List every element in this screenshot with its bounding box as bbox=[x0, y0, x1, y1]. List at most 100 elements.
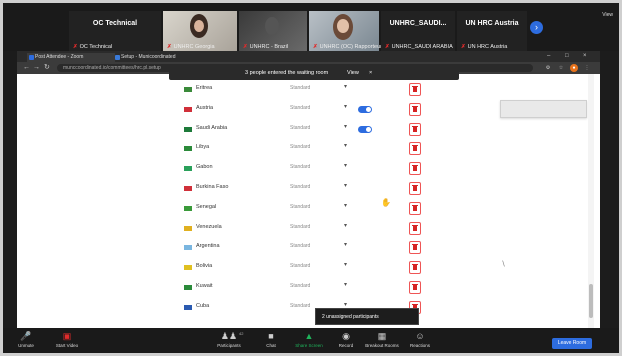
participant-tile-saudi[interactable]: UNHRC_SAUDI... ✗ UNHRC_SAUDI ARABIA bbox=[381, 11, 455, 51]
delete-icon[interactable] bbox=[409, 142, 421, 156]
role-select[interactable]: Standard bbox=[290, 164, 310, 170]
role-select[interactable]: Standard bbox=[290, 184, 310, 190]
role-select[interactable]: Standard bbox=[290, 283, 310, 289]
unmute-button[interactable]: 🎤 Unmute bbox=[11, 331, 41, 348]
role-select[interactable]: Standard bbox=[290, 303, 310, 309]
start-video-button[interactable]: ▣ Start Video bbox=[49, 331, 85, 348]
bookmark-star-icon[interactable]: ☆ bbox=[557, 64, 565, 72]
country-name: Bolivia bbox=[196, 263, 213, 270]
participant-label: ✗ UN HRC Austria bbox=[461, 44, 508, 50]
role-select[interactable]: Standard bbox=[290, 224, 310, 230]
role-dropdown-chevron-icon[interactable]: ▾ bbox=[344, 182, 347, 189]
country-name: Venezuela bbox=[196, 223, 222, 230]
role-dropdown-chevron-icon[interactable]: ▾ bbox=[344, 123, 347, 130]
permission-toggle[interactable] bbox=[358, 105, 372, 113]
delete-icon[interactable] bbox=[409, 122, 421, 136]
chat-button[interactable]: ■ Chat bbox=[259, 331, 283, 348]
country-name: Gabon bbox=[196, 164, 213, 171]
delete-icon[interactable] bbox=[409, 162, 421, 176]
country-row: Argentina Standard ▾ bbox=[17, 238, 600, 258]
view-menu[interactable]: View bbox=[602, 12, 613, 18]
delete-icon[interactable] bbox=[409, 221, 421, 235]
participant-label: ✗ UNHRC - Brazil bbox=[243, 44, 289, 50]
country-flag-icon bbox=[184, 245, 192, 251]
role-dropdown-chevron-icon[interactable]: ▾ bbox=[344, 142, 347, 149]
participant-name: OC Technical bbox=[92, 20, 138, 27]
country-flag-icon bbox=[184, 265, 192, 271]
delete-icon[interactable] bbox=[409, 182, 421, 195]
next-page-arrow-icon[interactable]: › bbox=[530, 21, 543, 34]
delete-icon[interactable] bbox=[409, 102, 421, 116]
minimize-icon[interactable]: – bbox=[547, 51, 550, 62]
scrollbar-thumb[interactable] bbox=[589, 284, 593, 318]
role-dropdown-chevron-icon[interactable]: ▾ bbox=[344, 241, 347, 248]
role-dropdown-chevron-icon[interactable]: ▾ bbox=[344, 261, 347, 268]
delete-icon[interactable] bbox=[409, 83, 421, 96]
waiting-room-notification: 3 people entered the waiting room View × bbox=[169, 66, 459, 80]
browser-menu-icon[interactable]: ⋮ bbox=[583, 64, 591, 72]
role-select[interactable]: Standard bbox=[290, 105, 310, 111]
country-name: Austria bbox=[196, 104, 214, 111]
breakout-rooms-button[interactable]: ▦ Breakout Rooms bbox=[361, 331, 403, 348]
muted-mic-icon: ✗ bbox=[243, 44, 248, 50]
back-icon[interactable]: ← bbox=[23, 62, 30, 74]
role-dropdown-chevron-icon[interactable]: ▾ bbox=[344, 83, 347, 90]
share-screen-icon: ▲ bbox=[304, 331, 314, 341]
zoom-favicon-icon bbox=[29, 55, 34, 60]
browser-tab-setup[interactable]: Setup - Municoordinated bbox=[113, 53, 205, 62]
role-dropdown-chevron-icon[interactable]: ▾ bbox=[344, 202, 347, 209]
record-icon: ◉ bbox=[342, 331, 350, 341]
country-flag-icon bbox=[184, 205, 192, 211]
role-select[interactable]: Standard bbox=[290, 204, 310, 210]
record-button[interactable]: ◉ Record bbox=[333, 331, 359, 348]
unassigned-participants-popup[interactable]: 2 unassigned participants bbox=[315, 308, 419, 325]
extension-icon[interactable]: ⚙ bbox=[544, 64, 552, 72]
country-flag-icon bbox=[184, 186, 192, 191]
browser-tab-zoom[interactable]: Post Attendee - Zoom bbox=[27, 53, 115, 62]
role-dropdown-chevron-icon[interactable]: ▾ bbox=[344, 103, 347, 110]
participant-tile-brazil[interactable]: ✗ UNHRC - Brazil bbox=[239, 11, 307, 51]
country-flag-icon bbox=[184, 166, 192, 172]
country-name: Cuba bbox=[196, 302, 210, 309]
role-dropdown-chevron-icon[interactable]: ▾ bbox=[344, 301, 347, 308]
role-select[interactable]: Standard bbox=[290, 125, 310, 131]
waiting-room-close-button[interactable]: × bbox=[369, 66, 372, 80]
role-dropdown-chevron-icon[interactable]: ▾ bbox=[344, 281, 347, 288]
participant-video bbox=[265, 17, 279, 35]
waiting-room-view-button[interactable]: View bbox=[347, 66, 359, 80]
participant-tile-austria[interactable]: UN HRC Austria ✗ UN HRC Austria bbox=[457, 11, 527, 51]
role-select[interactable]: Standard bbox=[290, 144, 310, 150]
reactions-button[interactable]: ☺ Reactions bbox=[405, 331, 435, 348]
close-window-icon[interactable]: × bbox=[583, 51, 587, 62]
participant-tile-rapporteur[interactable]: ✗ UNHRC (OC) Rapporteur bbox=[309, 11, 382, 51]
video-off-icon: ▣ bbox=[62, 331, 72, 341]
forward-icon[interactable]: → bbox=[33, 62, 40, 74]
delete-icon[interactable] bbox=[409, 281, 421, 294]
reload-icon[interactable]: ↻ bbox=[44, 62, 50, 74]
role-select[interactable]: Standard bbox=[290, 263, 310, 269]
country-name: Senegal bbox=[196, 203, 217, 210]
participants-count: 42 bbox=[239, 331, 244, 336]
country-row: Libya Standard ▾ bbox=[17, 139, 600, 159]
permission-toggle[interactable] bbox=[358, 125, 372, 133]
mouse-cursor-icon: ✋ bbox=[381, 198, 391, 207]
meeting-toolbar: 🎤 Unmute ▣ Start Video ♟♟ Participants 4… bbox=[3, 328, 619, 353]
shared-browser-window: Post Attendee - Zoom Setup - Municoordin… bbox=[17, 51, 600, 328]
participant-tile-oc-technical[interactable]: OC Technical ✗ OC Technical bbox=[69, 11, 161, 51]
maximize-icon[interactable]: □ bbox=[565, 51, 569, 62]
role-select[interactable]: Standard bbox=[290, 85, 310, 91]
role-dropdown-chevron-icon[interactable]: ▾ bbox=[344, 222, 347, 229]
share-screen-button[interactable]: ▲ Share Screen bbox=[290, 331, 328, 348]
delete-icon[interactable] bbox=[409, 201, 421, 215]
participant-label: ✗ OC Technical bbox=[73, 44, 113, 50]
leave-room-button[interactable]: Leave Room bbox=[552, 338, 592, 349]
country-row: Gabon Standard ▾ bbox=[17, 159, 600, 179]
role-dropdown-chevron-icon[interactable]: ▾ bbox=[344, 162, 347, 169]
participant-tile-georgia[interactable]: ✗ UNHRC Georgia bbox=[163, 11, 237, 51]
waiting-room-message: 3 people entered the waiting room bbox=[245, 70, 329, 76]
delete-icon[interactable] bbox=[409, 241, 421, 255]
text-cursor-icon: ∖ bbox=[501, 261, 506, 268]
profile-avatar[interactable]: ● bbox=[570, 64, 578, 72]
role-select[interactable]: Standard bbox=[290, 243, 310, 249]
delete-icon[interactable] bbox=[409, 261, 421, 275]
